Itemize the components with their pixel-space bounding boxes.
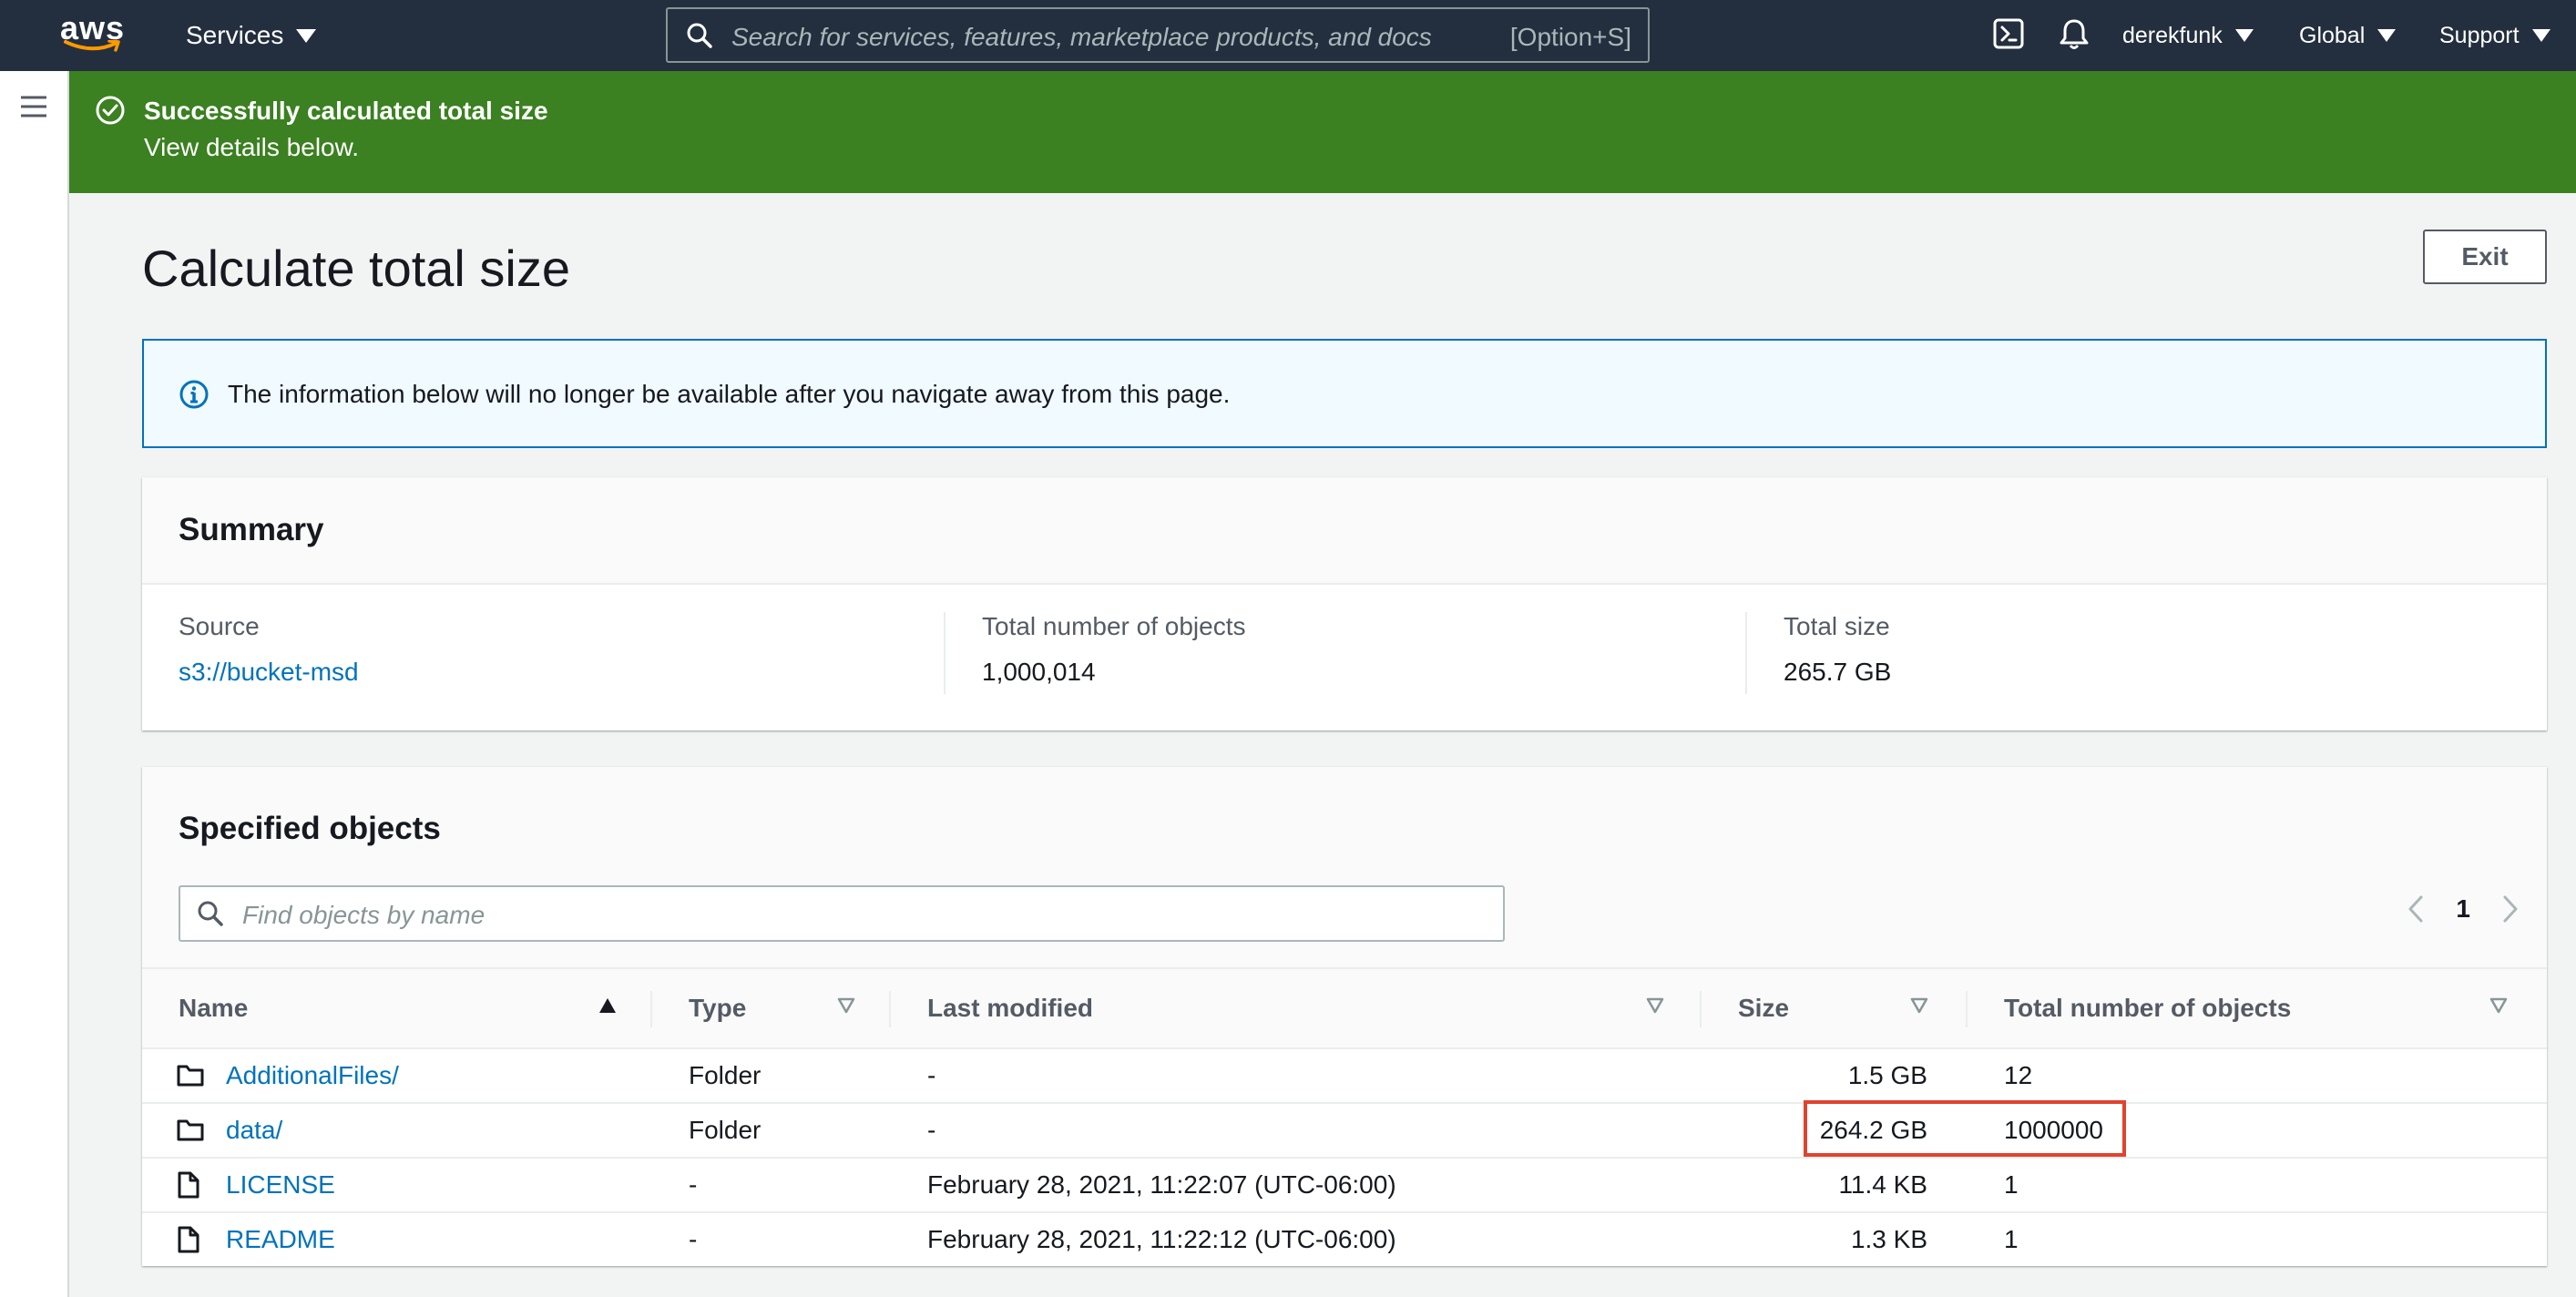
object-type: Folder	[689, 1061, 762, 1089]
find-objects-placeholder: Find objects by name	[242, 901, 486, 929]
object-type: -	[689, 1225, 698, 1253]
total-objects-label: Total number of objects	[982, 612, 1246, 640]
object-name-link[interactable]: LICENSE	[226, 1159, 335, 1211]
page-number[interactable]: 1	[2456, 894, 2470, 924]
bell-icon[interactable]	[2059, 18, 2090, 51]
flash-title: Successfully calculated total size	[144, 97, 548, 125]
file-icon	[178, 1226, 199, 1253]
object-type: -	[689, 1170, 698, 1199]
column-divider	[1966, 991, 1968, 1027]
source-field: Source s3://bucket-msd	[179, 612, 359, 687]
object-last-modified: -	[927, 1061, 936, 1089]
chevron-down-icon	[2234, 29, 2254, 42]
object-size: 1.5 GB	[1847, 1061, 1927, 1089]
hamburger-menu-icon[interactable]	[20, 95, 47, 118]
total-size-value: 265.7 GB	[1784, 658, 1892, 686]
aws-smile-icon	[64, 40, 120, 52]
table-row[interactable]: data/ Folder - 264.2 GB 1000000	[142, 1104, 2547, 1159]
object-name-link[interactable]: AdditionalFiles/	[226, 1049, 399, 1102]
aws-logo[interactable]: aws	[60, 9, 129, 60]
chevron-down-icon	[296, 28, 317, 43]
services-menu[interactable]: Services	[186, 18, 317, 53]
side-navigation-rail	[0, 71, 69, 1297]
search-shortcut: [Option+S]	[1509, 23, 1631, 51]
sort-icon[interactable]	[836, 996, 856, 1015]
success-flash-banner: Successfully calculated total size View …	[69, 71, 2576, 193]
object-total-count: 1	[2004, 1170, 2019, 1199]
column-divider	[944, 612, 946, 694]
total-objects-value: 1,000,014	[982, 658, 1096, 686]
folder-icon	[177, 1119, 204, 1141]
support-menu[interactable]: Support	[2439, 18, 2550, 53]
services-label: Services	[186, 21, 284, 49]
info-icon	[179, 380, 209, 409]
info-alert-text: The information below will no longer be …	[228, 380, 1231, 408]
specified-objects-title: Specified objects	[179, 811, 441, 846]
user-label: derekfunk	[2122, 22, 2223, 48]
object-last-modified: February 28, 2021, 11:22:12 (UTC-06:00)	[927, 1225, 1396, 1253]
object-size: 11.4 KB	[1838, 1170, 1927, 1199]
file-icon	[178, 1171, 199, 1199]
total-objects-field: Total number of objects 1,000,014	[982, 612, 1246, 687]
sort-ascending-icon[interactable]	[598, 996, 618, 1015]
column-divider	[889, 991, 891, 1027]
column-header-last-modified[interactable]: Last modified	[927, 969, 1093, 1047]
object-last-modified: -	[927, 1116, 936, 1144]
search-icon	[198, 901, 223, 926]
check-circle-icon	[96, 96, 125, 125]
pagination: 1	[2407, 894, 2520, 924]
specified-objects-header: Specified objects Find objects by name 1	[142, 767, 2547, 969]
search-icon	[687, 23, 712, 48]
page-title: Calculate total size	[142, 240, 571, 297]
object-name-link[interactable]: README	[226, 1213, 335, 1266]
column-header-total-objects[interactable]: Total number of objects	[2004, 969, 2291, 1047]
column-header-name[interactable]: Name	[179, 969, 248, 1047]
total-size-field: Total size 265.7 GB	[1784, 612, 1891, 687]
sort-icon[interactable]	[1909, 996, 1929, 1015]
table-row[interactable]: LICENSE - February 28, 2021, 11:22:07 (U…	[142, 1159, 2547, 1213]
object-last-modified: February 28, 2021, 11:22:07 (UTC-06:00)	[927, 1170, 1396, 1199]
top-navigation: aws Services Search for services, featur…	[0, 0, 2576, 71]
source-label: Source	[179, 612, 260, 640]
column-header-size[interactable]: Size	[1738, 969, 1789, 1047]
total-size-label: Total size	[1784, 612, 1890, 640]
object-total-count: 1	[2004, 1225, 2019, 1253]
summary-title: Summary	[179, 512, 324, 547]
region-menu[interactable]: Global	[2299, 18, 2397, 53]
object-size: 1.3 KB	[1850, 1225, 1927, 1253]
chevron-right-icon[interactable]	[2501, 894, 2520, 924]
summary-header: Summary	[142, 477, 2547, 585]
annotation-highlight-box	[1804, 1100, 2126, 1157]
support-label: Support	[2439, 22, 2520, 48]
sort-icon[interactable]	[1645, 996, 1665, 1015]
column-divider	[650, 991, 652, 1027]
global-search-input[interactable]: Search for services, features, marketpla…	[666, 7, 1650, 63]
column-header-type[interactable]: Type	[689, 969, 746, 1047]
user-menu[interactable]: derekfunk	[2122, 18, 2254, 53]
object-name-link[interactable]: data/	[226, 1104, 282, 1157]
chevron-down-icon	[2377, 29, 2397, 42]
folder-icon	[177, 1065, 204, 1087]
table-header: Name Type Last modified Size Total numbe…	[142, 969, 2547, 1049]
object-type: Folder	[689, 1116, 762, 1144]
chevron-left-icon[interactable]	[2407, 894, 2425, 924]
info-alert: The information below will no longer be …	[142, 339, 2547, 448]
chevron-down-icon	[2531, 29, 2550, 42]
search-placeholder: Search for services, features, marketpla…	[731, 23, 1432, 51]
object-total-count: 12	[2004, 1061, 2033, 1089]
summary-container: Summary Source s3://bucket-msd Total num…	[142, 477, 2547, 730]
flash-message: View details below.	[144, 133, 360, 161]
region-label: Global	[2299, 22, 2366, 48]
specified-objects-container: Specified objects Find objects by name 1…	[142, 767, 2547, 1266]
table-row[interactable]: README - February 28, 2021, 11:22:12 (UT…	[142, 1213, 2547, 1268]
exit-button[interactable]: Exit	[2423, 230, 2547, 284]
cloudshell-icon[interactable]	[1993, 18, 2024, 49]
source-link[interactable]: s3://bucket-msd	[179, 658, 359, 687]
find-objects-input[interactable]: Find objects by name	[179, 885, 1505, 942]
table-row[interactable]: AdditionalFiles/ Folder - 1.5 GB 12	[142, 1049, 2547, 1104]
column-divider	[1745, 612, 1747, 694]
column-divider	[1700, 991, 1702, 1027]
sort-icon[interactable]	[2489, 996, 2509, 1015]
